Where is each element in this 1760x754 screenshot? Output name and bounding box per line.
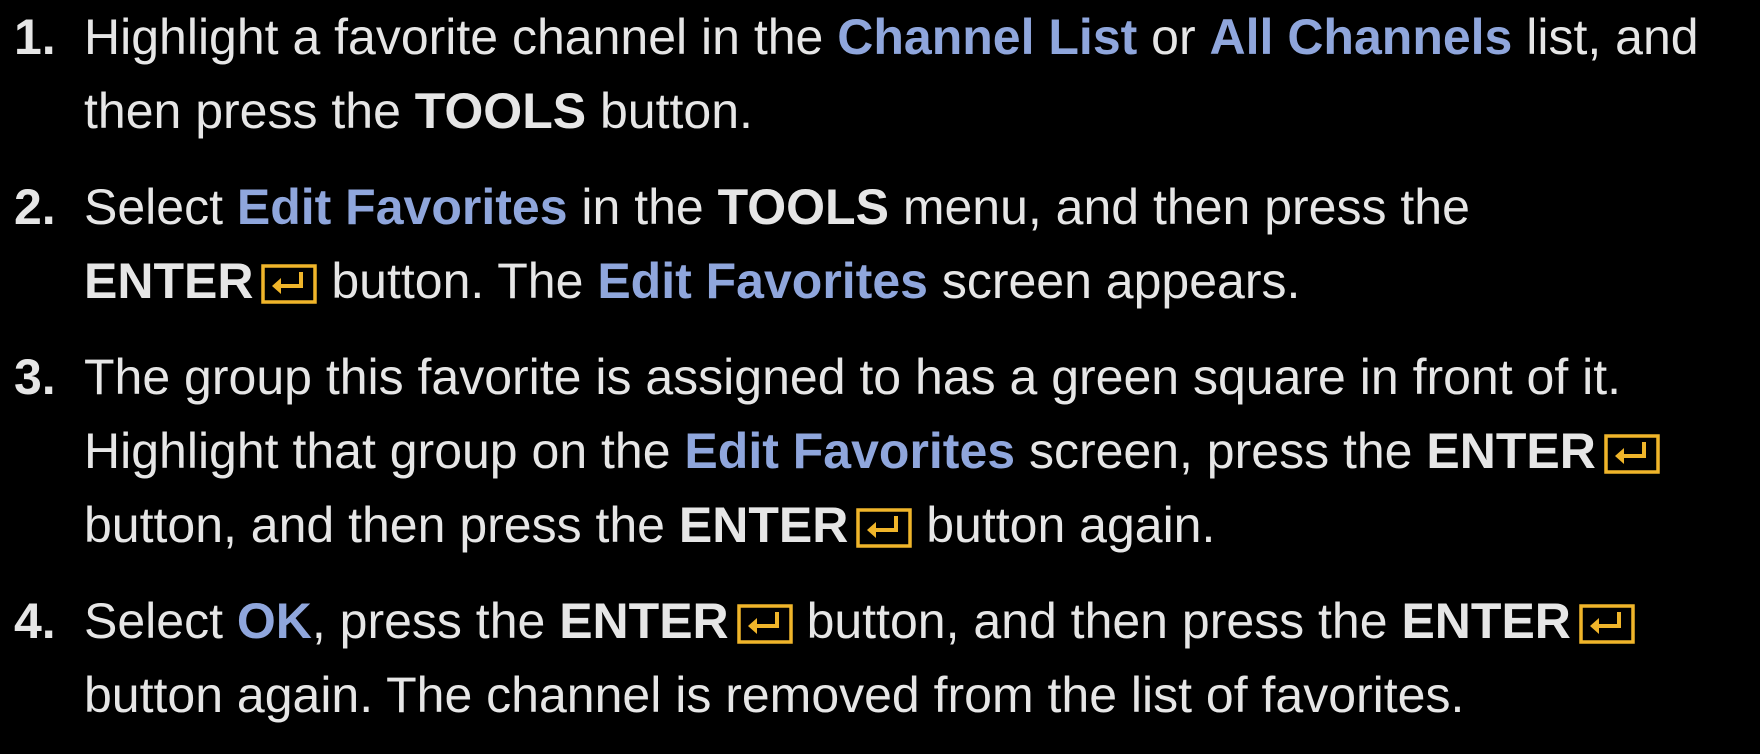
enter-icon xyxy=(1579,604,1635,644)
step-text: , press the xyxy=(311,593,560,649)
channel-list-term: Channel List xyxy=(837,9,1138,65)
step-text: button again. The channel is removed fro… xyxy=(84,667,1465,723)
step-text: screen, press the xyxy=(1015,423,1427,479)
step-number: 3. xyxy=(14,349,56,405)
step-text: The group this favorite is assigned to h… xyxy=(84,349,1621,405)
step-text: Highlight a favorite channel in the xyxy=(84,9,838,65)
step-text: button again. xyxy=(912,497,1216,553)
step-line: Highlight that group on the Edit Favorit… xyxy=(84,414,1760,488)
edit-favorites-term: Edit Favorites xyxy=(597,253,928,309)
edit-favorites-term: Edit Favorites xyxy=(236,179,568,235)
step-number: 1. xyxy=(14,9,56,65)
enter-icon xyxy=(856,508,912,548)
instruction-steps: 1. Highlight a favorite channel in the C… xyxy=(0,0,1760,754)
step-text: screen appears. xyxy=(927,253,1301,309)
step-line: Highlight a favorite channel in the Chan… xyxy=(84,0,1760,74)
step-text: then press the xyxy=(84,83,415,139)
step-text: in the xyxy=(567,179,718,235)
step-line: Select OK, press the ENTER button, and t… xyxy=(84,584,1760,658)
enter-icon xyxy=(737,604,793,644)
step-line: Select Edit Favorites in the TOOLS menu,… xyxy=(84,170,1760,244)
step-number: 2. xyxy=(14,179,56,235)
edit-favorites-term: Edit Favorites xyxy=(684,423,1016,479)
ok-term: OK xyxy=(236,593,312,649)
step-line: then press the TOOLS button. xyxy=(84,74,1760,148)
enter-button-term: ENTER xyxy=(1401,593,1571,649)
step-3: 3. The group this favorite is assigned t… xyxy=(0,340,1760,562)
enter-button-term: ENTER xyxy=(84,253,254,309)
step-text: Select xyxy=(84,179,237,235)
enter-button-term: ENTER xyxy=(1426,423,1596,479)
step-1: 1. Highlight a favorite channel in the C… xyxy=(0,0,1760,148)
step-line: ENTER button. The Edit Favorites screen … xyxy=(84,244,1760,318)
step-2: 2. Select Edit Favorites in the TOOLS me… xyxy=(0,170,1760,318)
step-4: 4. Select OK, press the ENTER button, an… xyxy=(0,584,1760,732)
step-text: button, and then press the xyxy=(792,593,1402,649)
all-channels-term: All Channels xyxy=(1209,9,1513,65)
step-text: button. The xyxy=(317,253,598,309)
tools-button-term: TOOLS xyxy=(414,83,587,139)
step-text: Select xyxy=(84,593,237,649)
step-line: The group this favorite is assigned to h… xyxy=(84,340,1760,414)
enter-button-term: ENTER xyxy=(559,593,729,649)
step-text: menu, and then press the xyxy=(888,179,1470,235)
step-number: 4. xyxy=(14,593,56,649)
step-text: or xyxy=(1137,9,1210,65)
step-text: button. xyxy=(586,83,753,139)
enter-button-term: ENTER xyxy=(678,497,849,553)
step-text: list, and xyxy=(1512,9,1699,65)
step-text: Highlight that group on the xyxy=(84,423,685,479)
step-line: button, and then press the ENTER button … xyxy=(84,488,1760,562)
step-text: button, and then press the xyxy=(84,497,679,553)
tools-button-term: TOOLS xyxy=(717,179,889,235)
enter-icon xyxy=(1604,434,1660,474)
enter-icon xyxy=(261,264,317,304)
